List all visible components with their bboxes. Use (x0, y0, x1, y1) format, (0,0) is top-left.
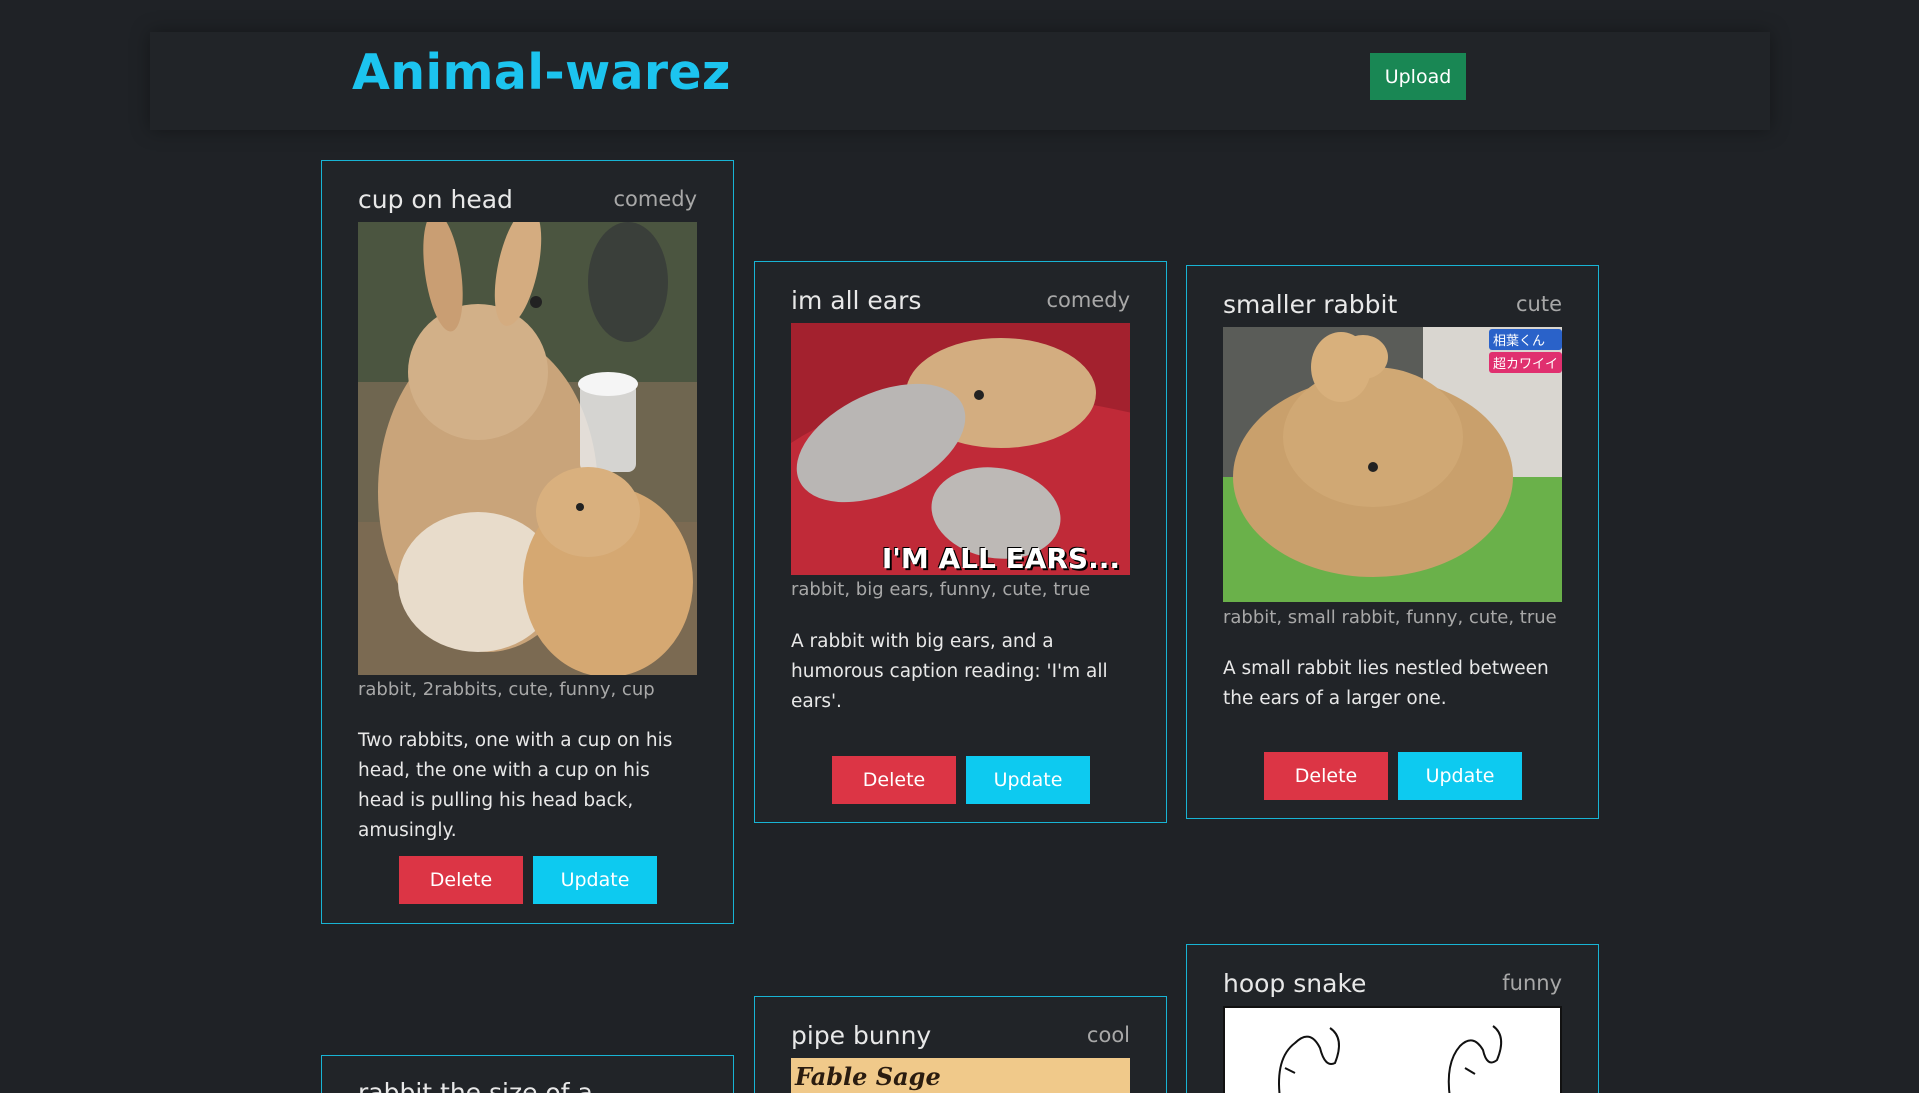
card-image: 相葉くん 超カワイイ (1223, 327, 1562, 602)
card-title: cup on head (358, 185, 513, 214)
page: Animal-warez Upload cup on head comedy r… (0, 0, 1919, 1093)
image-badge: 相葉くん (1488, 329, 1562, 350)
update-button[interactable]: Update (966, 756, 1090, 804)
card-pipe-bunny: pipe bunny cool Fable Sage (754, 996, 1167, 1093)
image-badge: 超カワイイ (1488, 352, 1562, 373)
card-title: smaller rabbit (1223, 290, 1398, 319)
card-title: im all ears (791, 286, 922, 315)
card-tags: rabbit, 2rabbits, cute, funny, cup (358, 679, 655, 700)
card-category: funny (1502, 971, 1562, 995)
card-tags: rabbit, big ears, funny, cute, true (791, 579, 1091, 600)
delete-button[interactable]: Delete (399, 856, 523, 904)
card-category: cute (1515, 292, 1562, 316)
image-badges: 相葉くん 超カワイイ (1488, 329, 1562, 373)
update-button[interactable]: Update (1398, 752, 1522, 800)
card-hoop-snake: hoop snake funny (1186, 944, 1599, 1093)
card-description: A small rabbit lies nestled between the … (1223, 658, 1549, 709)
image-caption: Fable Sage (795, 1062, 941, 1091)
card-smaller-rabbit: smaller rabbit cute 相葉くん 超カワイイ rabbit, s… (1186, 265, 1599, 819)
card-description: Two rabbits, one with a cup on his head,… (358, 730, 673, 841)
image-caption: I'M ALL EARS... (881, 542, 1120, 575)
delete-button[interactable]: Delete (832, 756, 956, 804)
card-description: A rabbit with big ears, and a humorous c… (791, 631, 1108, 712)
delete-button[interactable]: Delete (1264, 752, 1388, 800)
card-tags: rabbit, small rabbit, funny, cute, true (1223, 607, 1557, 628)
card-title: rabbit the size of a (358, 1078, 593, 1093)
card-category: comedy (613, 187, 697, 211)
card-cup-on-head: cup on head comedy rabbit, 2rabbits, cut… (321, 160, 734, 924)
card-category: comedy (1046, 288, 1130, 312)
update-button[interactable]: Update (533, 856, 657, 904)
site-title[interactable]: Animal-warez (352, 44, 731, 101)
card-title: hoop snake (1223, 969, 1367, 998)
card-rabbit-the-size-of-a: rabbit the size of a (321, 1055, 734, 1093)
card-image: Fable Sage (791, 1058, 1130, 1093)
card-im-all-ears: im all ears comedy I'M ALL EARS... rabbi… (754, 261, 1167, 823)
card-image (1223, 1006, 1562, 1093)
card-category: cool (1086, 1023, 1130, 1047)
card-title: pipe bunny (791, 1021, 932, 1050)
card-image (358, 222, 697, 675)
card-image: I'M ALL EARS... (791, 323, 1130, 575)
upload-button[interactable]: Upload (1370, 53, 1466, 100)
